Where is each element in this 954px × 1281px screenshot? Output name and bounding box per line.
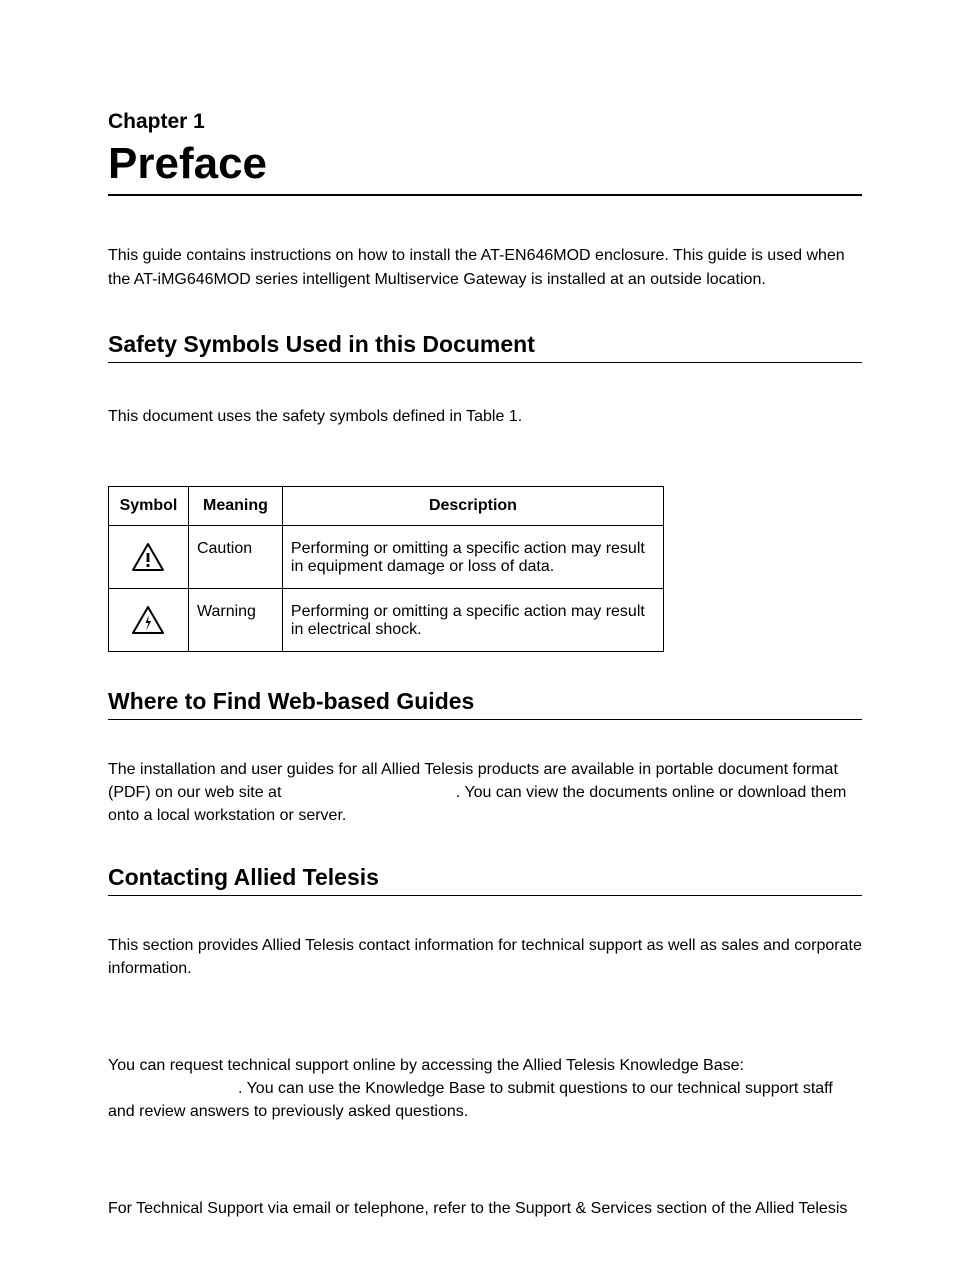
paragraph-contact-intro: This section provides Allied Telesis con… — [108, 934, 862, 980]
text-fragment: You can request technical support online… — [108, 1057, 744, 1074]
paragraph-web-guides: The installation and user guides for all… — [108, 758, 862, 828]
table-header-symbol: Symbol — [109, 486, 189, 525]
table-header-description: Description — [282, 486, 663, 525]
divider-safety — [108, 362, 862, 363]
table-cell-symbol — [109, 588, 189, 651]
caution-icon — [131, 542, 165, 572]
table-cell-meaning: Caution — [188, 525, 282, 588]
intro-paragraph: This guide contains instructions on how … — [108, 244, 862, 290]
chapter-label: Chapter 1 — [108, 110, 862, 134]
paragraph-support-online: You can request technical support online… — [108, 1054, 862, 1124]
chapter-title: Preface — [108, 140, 862, 188]
table-cell-description: Performing or omitting a specific action… — [282, 588, 663, 651]
heading-web-guides: Where to Find Web-based Guides — [108, 688, 862, 715]
safety-symbols-table: Symbol Meaning Description Caution Perfo… — [108, 486, 664, 652]
paragraph-support-phone: For Technical Support via email or telep… — [108, 1197, 862, 1220]
heading-contacting: Contacting Allied Telesis — [108, 864, 862, 891]
warning-icon — [131, 605, 165, 635]
table-row: Caution Performing or omitting a specifi… — [109, 525, 664, 588]
table-cell-symbol — [109, 525, 189, 588]
table-cell-meaning: Warning — [188, 588, 282, 651]
divider-contacting — [108, 895, 862, 896]
divider-chapter — [108, 194, 862, 196]
table-header-meaning: Meaning — [188, 486, 282, 525]
divider-web-guides — [108, 719, 862, 720]
text-fragment: . You can use the Knowledge Base to subm… — [108, 1080, 833, 1120]
table-row: Warning Performing or omitting a specifi… — [109, 588, 664, 651]
paragraph-safety-intro: This document uses the safety symbols de… — [108, 405, 862, 428]
document-page: Chapter 1 Preface This guide contains in… — [0, 0, 954, 1281]
heading-safety-symbols: Safety Symbols Used in this Document — [108, 331, 862, 358]
table-header-row: Symbol Meaning Description — [109, 486, 664, 525]
table-cell-description: Performing or omitting a specific action… — [282, 525, 663, 588]
